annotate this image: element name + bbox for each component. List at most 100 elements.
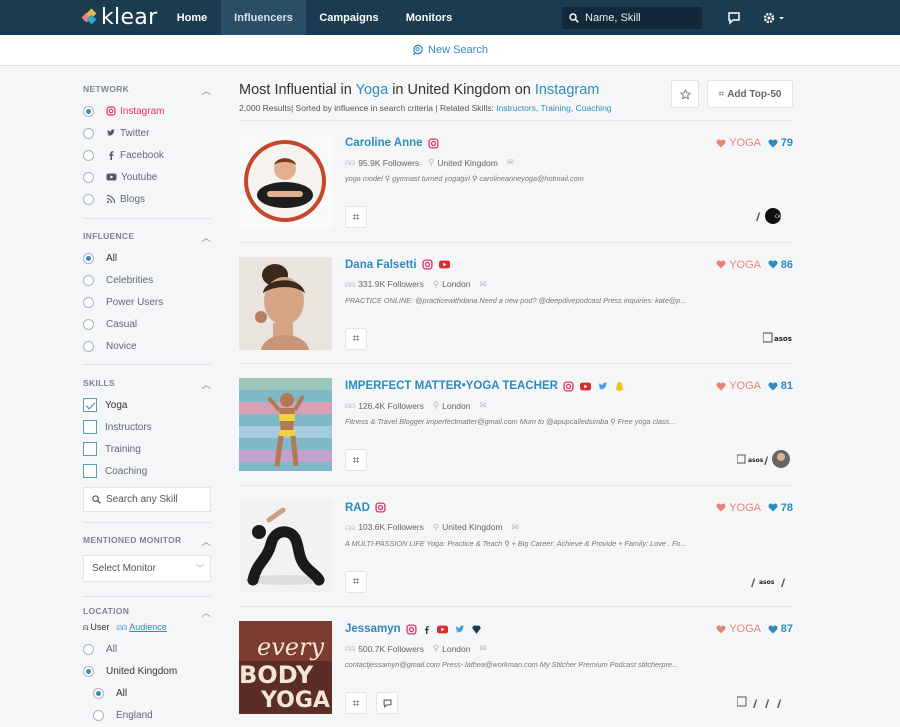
radio[interactable] xyxy=(83,318,94,330)
add-to-list-button[interactable]: ⌗ xyxy=(345,449,367,471)
checkbox[interactable] xyxy=(83,464,97,478)
monitor-select[interactable]: Select Monitor ﹀ xyxy=(83,555,211,582)
instagram-icon[interactable] xyxy=(375,502,386,513)
nav-influencers[interactable]: Influencers xyxy=(221,0,306,35)
chevron-up-icon[interactable]: ︿ xyxy=(202,378,211,391)
brand-mentions[interactable] xyxy=(737,693,793,711)
influencer-name[interactable]: IMPERFECT MATTER•YOGA TEACHER xyxy=(345,380,625,392)
twitter-icon[interactable] xyxy=(454,624,466,635)
influence-option-novice[interactable]: Novice xyxy=(83,339,137,353)
chevron-up-icon[interactable]: ︿ xyxy=(202,535,211,548)
instagram-icon[interactable] xyxy=(422,259,433,270)
location-option-all[interactable]: All xyxy=(83,642,117,656)
skill-option-yoga[interactable]: Yoga xyxy=(83,398,127,412)
gear-icon[interactable] xyxy=(762,10,786,26)
location-option-united-kingdom[interactable]: United Kingdom xyxy=(83,664,177,678)
radio[interactable] xyxy=(83,193,94,205)
influencer-avatar[interactable] xyxy=(239,499,332,593)
influence-option-power-users[interactable]: Power Users xyxy=(83,295,163,309)
influencer-card[interactable]: RAD ⍝⍝ 103.6K Followers ⚲ United Kingdom ✉… xyxy=(239,484,793,606)
radio[interactable] xyxy=(93,687,104,699)
skill-option-training[interactable]: Training xyxy=(83,442,141,456)
influencer-name[interactable]: Jessamyn xyxy=(345,623,482,635)
email-icon[interactable]: ✉ xyxy=(479,279,486,290)
related-skill-link[interactable]: Instructors, xyxy=(496,103,538,113)
email-icon[interactable]: ✉ xyxy=(479,400,486,411)
influence-option-all[interactable]: All xyxy=(83,251,117,265)
influencer-avatar[interactable]: every BODY YOGA xyxy=(239,621,332,714)
location-audience-tab[interactable]: Audience xyxy=(129,622,167,632)
heart-icon[interactable] xyxy=(471,624,482,635)
network-option-youtube[interactable]: Youtube xyxy=(83,170,157,184)
chevron-up-icon[interactable]: ︿ xyxy=(202,231,211,244)
radio[interactable] xyxy=(83,665,94,677)
checkbox[interactable] xyxy=(83,442,97,456)
influencer-card[interactable]: every BODY YOGA Jessamyn ⍝⍝ 500.7K Follower… xyxy=(239,606,793,727)
email-icon[interactable]: ✉ xyxy=(512,522,519,533)
title-network[interactable]: Instagram xyxy=(535,82,599,98)
nav-campaigns[interactable]: Campaigns xyxy=(306,0,392,35)
radio[interactable] xyxy=(83,149,94,161)
radio[interactable] xyxy=(83,252,94,264)
email-icon[interactable]: ✉ xyxy=(507,157,514,168)
instagram-icon[interactable] xyxy=(563,380,574,392)
related-skill-link[interactable]: Training, xyxy=(540,103,573,113)
radio[interactable] xyxy=(83,643,94,655)
influencer-avatar[interactable] xyxy=(239,378,332,471)
brand-mentions[interactable]: asos xyxy=(763,329,793,347)
network-option-facebook[interactable]: Facebook xyxy=(83,148,164,162)
influencer-card[interactable]: Caroline Anne ⍝⍝ 95.9K Followers ⚲ United … xyxy=(239,120,793,241)
nav-dashboard[interactable]: Home xyxy=(163,0,221,35)
snapchat-icon[interactable] xyxy=(614,381,625,392)
klear-logo[interactable]: klear xyxy=(81,5,157,30)
add-to-list-button[interactable]: ⌗ xyxy=(345,570,367,593)
add-to-list-button[interactable]: ⌗ xyxy=(345,692,367,714)
add-top-50-button[interactable]: ⌗ Add Top-50 xyxy=(707,80,793,108)
influence-option-casual[interactable]: Casual xyxy=(83,317,137,331)
skills-filter-header[interactable]: SKILLS ︿ xyxy=(83,378,211,391)
monitor-filter-header[interactable]: MENTIONED MONITOR ︿ xyxy=(83,535,211,548)
youtube-icon[interactable] xyxy=(436,624,449,635)
location-sub-option-england[interactable]: England xyxy=(93,708,153,722)
title-skill[interactable]: Yoga xyxy=(356,82,389,98)
location-user-tab[interactable]: User xyxy=(90,622,109,632)
skill-option-coaching[interactable]: Coaching xyxy=(83,464,147,478)
radio[interactable] xyxy=(83,105,94,117)
related-skill-link[interactable]: Coaching xyxy=(576,103,612,113)
radio[interactable] xyxy=(83,171,94,183)
chat-icon[interactable] xyxy=(726,10,742,26)
instagram-icon[interactable] xyxy=(406,623,417,635)
influence-filter-header[interactable]: INFLUENCE ︿ xyxy=(83,231,211,244)
chevron-up-icon[interactable]: ︿ xyxy=(202,606,211,619)
skill-search-field[interactable]: Search any Skill xyxy=(83,487,211,512)
influencer-name-text[interactable]: RAD xyxy=(345,502,370,514)
brand-mentions[interactable]: CALVIN xyxy=(753,207,793,225)
top-search-box[interactable] xyxy=(562,7,702,29)
favorite-button[interactable] xyxy=(671,80,699,108)
influence-option-celebrities[interactable]: Celebrities xyxy=(83,273,153,287)
instagram-icon[interactable] xyxy=(427,137,439,149)
nav-monitors[interactable]: Monitors xyxy=(392,0,466,35)
checkbox[interactable] xyxy=(83,420,97,434)
radio[interactable] xyxy=(83,274,94,286)
twitter-icon[interactable] xyxy=(597,381,609,392)
brand-mentions[interactable]: asos xyxy=(737,450,793,468)
influencer-name[interactable]: Caroline Anne xyxy=(345,137,439,149)
radio[interactable] xyxy=(83,296,94,308)
influencer-avatar[interactable] xyxy=(239,135,332,228)
location-filter-header[interactable]: LOCATION ︿ xyxy=(83,606,211,619)
influencer-name-text[interactable]: Jessamyn xyxy=(345,623,401,635)
checkbox[interactable] xyxy=(83,398,97,412)
facebook-icon[interactable] xyxy=(422,624,431,635)
influencer-name-text[interactable]: Caroline Anne xyxy=(345,137,423,149)
radio[interactable] xyxy=(93,709,104,721)
email-icon[interactable]: ✉ xyxy=(479,643,486,654)
influencer-avatar[interactable] xyxy=(239,256,332,350)
skill-option-instructors[interactable]: Instructors xyxy=(83,420,152,434)
influencer-card[interactable]: Dana Falsetti ⍝⍝ 331.9K Followers ⚲ London… xyxy=(239,241,793,363)
new-search-bar[interactable]: New Search xyxy=(0,35,900,66)
brand-mentions[interactable]: asos xyxy=(749,572,793,590)
message-button[interactable] xyxy=(376,692,398,714)
influencer-name-text[interactable]: IMPERFECT MATTER•YOGA TEACHER xyxy=(345,380,558,392)
add-to-list-button[interactable]: ⌗ xyxy=(345,327,367,350)
